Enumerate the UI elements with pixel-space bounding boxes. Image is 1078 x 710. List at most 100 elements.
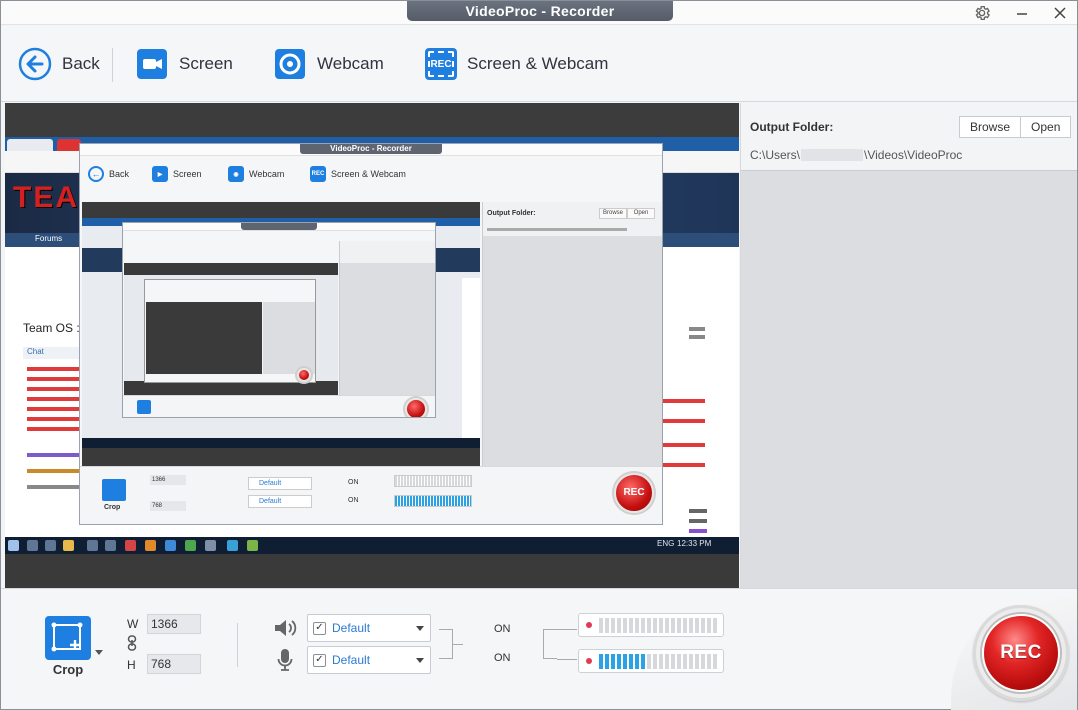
nested-rec-3 xyxy=(297,368,311,382)
meter-segment xyxy=(647,618,651,633)
nested-output-label: Output Folder: xyxy=(487,210,536,217)
screen-mode-button[interactable]: Screen xyxy=(135,26,233,102)
page-text-line xyxy=(27,453,83,457)
nested-page-edge xyxy=(462,278,480,438)
meter-bracket-line xyxy=(557,629,577,630)
back-button[interactable]: Back xyxy=(18,26,100,102)
nested-side-area-2 xyxy=(340,263,435,401)
speaker-icon xyxy=(273,618,297,643)
crop-icon xyxy=(51,622,83,652)
app-icon xyxy=(125,540,136,551)
crop-icon xyxy=(137,400,151,414)
crop-button[interactable] xyxy=(45,616,91,660)
back-label: Back xyxy=(62,54,100,73)
output-panel: Output Folder: Browse Open C:\Users\ \Vid… xyxy=(740,103,1077,588)
recordings-list xyxy=(741,170,1077,588)
meter-segment xyxy=(599,618,603,633)
nested-path xyxy=(487,228,627,231)
close-icon xyxy=(1054,7,1066,19)
window-title: VideoProc - Recorder xyxy=(407,1,673,21)
close-button[interactable] xyxy=(1049,3,1071,23)
taskbar-lang: ENG xyxy=(657,539,675,548)
rec-screen-icon: REC xyxy=(310,166,326,182)
output-folder-label: Output Folder: xyxy=(750,120,834,134)
mic-meter-dot xyxy=(586,658,592,664)
screen-preview: TEA Forums Team OS : Chat ENG 12:33 PM V… xyxy=(5,103,739,588)
nested-recorder-window-2 xyxy=(122,222,436,418)
chevron-down-icon xyxy=(416,626,424,631)
meter-segment xyxy=(683,654,687,669)
meter-segment xyxy=(629,654,633,669)
audio-bracket xyxy=(439,629,453,659)
meter-bracket xyxy=(543,629,557,659)
browse-button[interactable]: Browse xyxy=(960,117,1021,137)
nested-back-label: Back xyxy=(109,169,130,179)
rec-button[interactable]: REC xyxy=(973,605,1069,701)
speaker-enable-checkbox[interactable]: ✓ xyxy=(313,621,326,635)
screen-webcam-mode-button[interactable]: REC Screen & Webcam xyxy=(425,26,608,102)
nested-preview-3 xyxy=(146,302,262,374)
crop-dropdown-caret[interactable] xyxy=(95,650,103,655)
nested-side-area xyxy=(483,236,662,466)
meter-segment xyxy=(665,654,669,669)
page-text-line xyxy=(689,509,707,513)
nested-recorder-window-3 xyxy=(144,279,316,383)
page-text-line xyxy=(27,469,83,473)
page-text-line xyxy=(689,519,707,523)
audio-bracket-line xyxy=(453,644,463,645)
height-field[interactable]: 768 xyxy=(147,654,201,674)
page-text-line xyxy=(27,485,83,489)
meter-segment xyxy=(689,654,693,669)
page-text-line xyxy=(27,397,83,401)
webcam-mode-button[interactable]: Webcam xyxy=(273,26,384,102)
meter-segment xyxy=(605,618,609,633)
page-text-line xyxy=(27,427,83,431)
meter-segment xyxy=(677,618,681,633)
mic-meter-bars xyxy=(599,654,719,669)
nested-speaker-select: Default xyxy=(248,477,312,490)
minimize-icon xyxy=(1017,13,1027,15)
toolbar-divider xyxy=(112,48,113,82)
minimize-button[interactable] xyxy=(1011,3,1033,23)
nested-screen-webcam-label: Screen & Webcam xyxy=(331,169,406,179)
settings-button[interactable] xyxy=(971,3,993,23)
site-heading: Team OS : xyxy=(23,321,80,335)
output-path-suffix: \Videos\VideoProc xyxy=(864,148,963,162)
taskbar-time: 12:33 PM xyxy=(677,539,712,548)
nested-speaker-meter xyxy=(394,475,472,487)
meter-segment xyxy=(659,618,663,633)
meter-segment xyxy=(641,654,645,669)
meter-segment xyxy=(671,654,675,669)
speaker-state[interactable]: ON xyxy=(494,623,511,635)
app-icon xyxy=(105,540,116,551)
mic-device-value: Default xyxy=(332,653,371,667)
mic-enable-checkbox[interactable]: ✓ xyxy=(313,653,326,667)
meter-segment xyxy=(707,618,711,633)
speaker-device-select[interactable]: ✓ Default xyxy=(307,614,431,642)
page-text-line xyxy=(689,327,705,331)
back-arrow-icon xyxy=(18,47,52,81)
meter-segment xyxy=(653,654,657,669)
meter-segment xyxy=(647,654,651,669)
app-icon xyxy=(247,540,258,551)
open-button[interactable]: Open xyxy=(1020,117,1071,137)
crop-icon xyxy=(102,479,126,501)
width-field[interactable]: 1366 xyxy=(147,614,201,634)
link-icon[interactable] xyxy=(127,635,137,656)
meter-segment xyxy=(611,654,615,669)
mic-state[interactable]: ON xyxy=(494,652,511,664)
page-text-line xyxy=(689,335,705,339)
meter-segment xyxy=(641,618,645,633)
webcam-icon: ◉ xyxy=(228,166,244,182)
nested-height: 768 xyxy=(150,501,186,511)
site-banner-text: TEA xyxy=(13,181,79,214)
site-tab-forums: Forums xyxy=(35,234,63,243)
preview-taskbar: ENG 12:33 PM xyxy=(5,537,739,554)
nested-webcam: ◉ Webcam xyxy=(228,166,284,182)
nested-side-3 xyxy=(263,302,315,374)
gear-icon xyxy=(975,5,990,21)
mic-device-select[interactable]: ✓ Default xyxy=(307,646,431,674)
nested-rec-2 xyxy=(405,398,427,417)
page-text-line xyxy=(661,443,705,447)
microphone-icon xyxy=(277,648,293,677)
